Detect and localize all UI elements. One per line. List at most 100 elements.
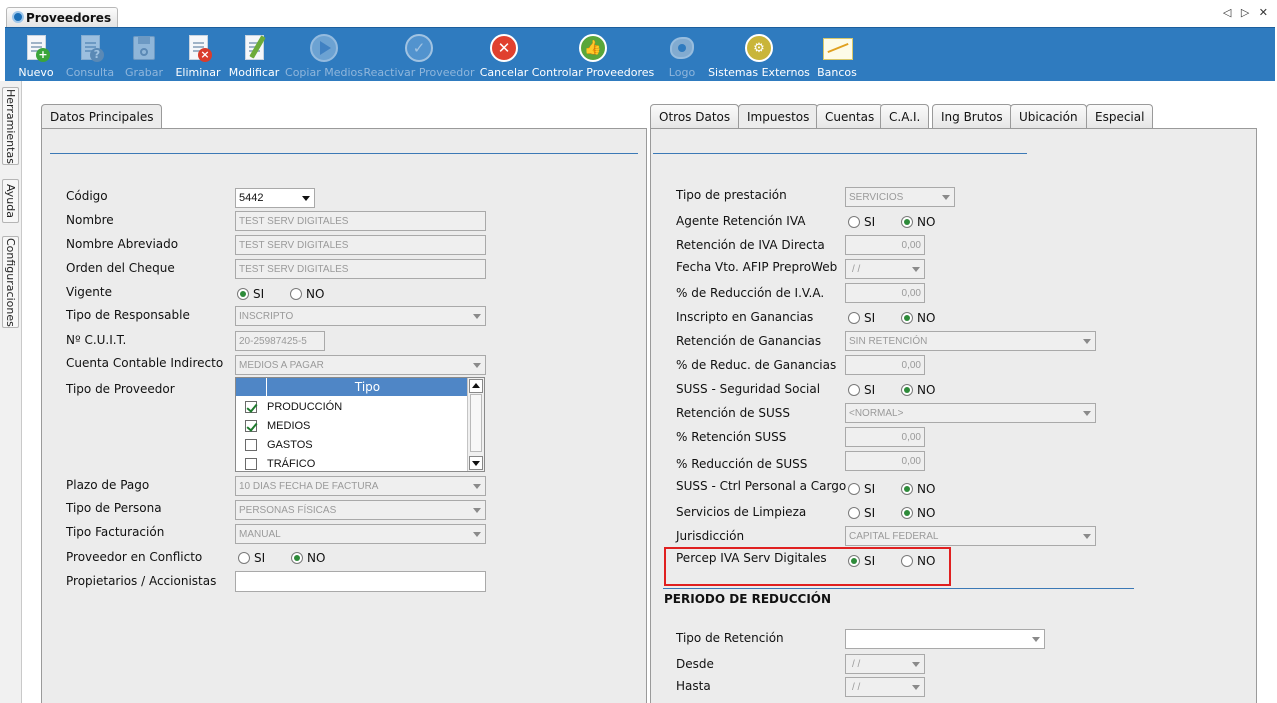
- controlar-proveedores-button[interactable]: 👍 Controlar Proveedores: [532, 28, 654, 82]
- list-item[interactable]: GASTOS: [236, 435, 468, 454]
- desde-date[interactable]: / /: [845, 654, 925, 674]
- logo-label: Logo: [668, 66, 696, 79]
- tipo-list-header: Tipo: [236, 378, 468, 396]
- bancos-button[interactable]: Bancos: [814, 28, 860, 82]
- reactivar-proveedor-button[interactable]: ✓ Reactivar Proveedor: [363, 28, 475, 82]
- hasta-date[interactable]: / /: [845, 677, 925, 697]
- cancelar-button[interactable]: ✕ Cancelar: [480, 28, 528, 82]
- cuenta-contable-select[interactable]: MEDIOS A PAGAR: [235, 355, 486, 375]
- proveedores-tab-icon: [12, 11, 24, 23]
- tab-impuestos[interactable]: Impuestos: [738, 104, 819, 129]
- suss-ctrl-no-radio[interactable]: NO: [901, 482, 935, 496]
- radio-selected-icon: [237, 288, 249, 300]
- side-tab-configuraciones[interactable]: Configuraciones: [2, 236, 19, 328]
- suss-no-radio[interactable]: NO: [901, 383, 935, 397]
- tipo-persona-select[interactable]: PERSONAS FÍSICAS: [235, 500, 486, 520]
- jurisdiccion-label: Jurisdicción: [676, 529, 745, 543]
- checkbox-checked-icon[interactable]: [245, 400, 257, 413]
- codigo-select[interactable]: 5442: [235, 188, 315, 208]
- orden-cheque-field[interactable]: TEST SERV DIGITALES: [235, 259, 486, 279]
- eliminar-button[interactable]: × Eliminar: [174, 28, 222, 82]
- reduccion-iva-field[interactable]: 0,00: [845, 283, 925, 303]
- jurisdiccion-select[interactable]: CAPITAL FEDERAL: [845, 526, 1096, 546]
- pct-reduc-suss-field[interactable]: 0,00: [845, 451, 925, 471]
- nombre-field[interactable]: TEST SERV DIGITALES: [235, 211, 486, 231]
- inscripto-ganancias-no-radio[interactable]: NO: [901, 311, 935, 325]
- ret-iva-directa-label: Retención de IVA Directa: [676, 238, 825, 252]
- grabar-button[interactable]: Grabar: [123, 28, 165, 82]
- ret-ganancias-select[interactable]: SIN RETENCIÓN: [845, 331, 1096, 351]
- pct-ret-suss-field[interactable]: 0,00: [845, 427, 925, 447]
- cancel-circle-icon: ✕: [489, 33, 519, 63]
- tab-impuestos-label: Impuestos: [747, 110, 810, 124]
- agente-ret-iva-si-radio[interactable]: SI: [848, 215, 875, 229]
- inscripto-ganancias-no-label: NO: [917, 311, 936, 325]
- tipo-retencion-label: Tipo de Retención: [676, 631, 784, 645]
- limpieza-si-radio[interactable]: SI: [848, 506, 875, 520]
- propietarios-field[interactable]: [235, 571, 486, 592]
- nombre-abreviado-field[interactable]: TEST SERV DIGITALES: [235, 235, 486, 255]
- ret-suss-select[interactable]: <NORMAL>: [845, 403, 1096, 423]
- cuit-field[interactable]: 20-25987425-5: [235, 331, 325, 351]
- list-item[interactable]: MEDIOS: [236, 416, 468, 435]
- side-tab-ayuda[interactable]: Ayuda: [2, 179, 19, 223]
- tab-especial[interactable]: Especial: [1086, 104, 1154, 128]
- ret-iva-directa-field[interactable]: 0,00: [845, 235, 925, 255]
- checkbox-unchecked-icon[interactable]: [245, 438, 257, 451]
- tab-ubicacion[interactable]: Ubicación: [1010, 104, 1087, 128]
- save-disk-icon: [129, 33, 159, 63]
- scroll-thumb[interactable]: [470, 394, 482, 452]
- reduc-ganancias-label: % de Reduc. de Ganancias: [676, 358, 837, 372]
- agente-ret-iva-no-radio[interactable]: NO: [901, 215, 935, 229]
- nuevo-button[interactable]: + Nuevo: [16, 28, 56, 82]
- fecha-vto-afip-date[interactable]: / /: [845, 259, 925, 279]
- tipo-prestacion-value: SERVICIOS: [849, 191, 904, 203]
- conflicto-si-radio[interactable]: SI: [238, 551, 265, 565]
- tipo-prestacion-select[interactable]: SERVICIOS: [845, 187, 955, 207]
- tipo-list-scrollbar[interactable]: [467, 378, 484, 471]
- list-item[interactable]: TRÁFICO: [236, 454, 468, 471]
- tipo-column-header: Tipo: [267, 378, 468, 396]
- checkbox-checked-icon[interactable]: [245, 419, 257, 432]
- vigente-si-radio[interactable]: SI: [237, 287, 264, 301]
- tab-cuentas[interactable]: Cuentas: [816, 104, 884, 128]
- vigente-no-radio[interactable]: NO: [290, 287, 324, 301]
- tipo-proveedor-list[interactable]: Tipo PRODUCCIÓN MEDIOS GASTOS TRÁFICO: [235, 377, 485, 472]
- proveedores-document-tab[interactable]: Proveedores: [6, 7, 118, 27]
- side-tab-configuraciones-label: Configuraciones: [4, 237, 17, 327]
- consulta-button[interactable]: ? Consulta: [65, 28, 115, 82]
- sistemas-externos-button[interactable]: ⚙ Sistemas Externos: [708, 28, 810, 82]
- tab-ing-brutos[interactable]: Ing Brutos: [932, 104, 1012, 128]
- impuestos-panel: Tipo de prestación SERVICIOS Agente Rete…: [650, 128, 1257, 703]
- tipo-facturacion-select[interactable]: MANUAL: [235, 524, 486, 544]
- tipo-responsable-select[interactable]: INSCRIPTO: [235, 306, 486, 326]
- tipo-retencion-select[interactable]: [845, 629, 1045, 649]
- suss-si-radio[interactable]: SI: [848, 383, 875, 397]
- suss-ctrl-si-radio[interactable]: SI: [848, 482, 875, 496]
- inscripto-ganancias-si-radio[interactable]: SI: [848, 311, 875, 325]
- nuevo-label: Nuevo: [18, 66, 54, 79]
- section-divider: [653, 153, 1027, 154]
- copiar-medios-button[interactable]: Copiar Medios: [285, 28, 363, 82]
- list-item[interactable]: PRODUCCIÓN: [236, 397, 468, 416]
- modificar-button[interactable]: Modificar: [228, 28, 280, 82]
- side-tab-herramientas[interactable]: Herramientas: [2, 87, 19, 165]
- periodo-reduccion-title: PERIODO DE REDUCCIÓN: [664, 592, 832, 606]
- checkbox-unchecked-icon[interactable]: [245, 457, 257, 470]
- eliminar-label: Eliminar: [175, 66, 221, 79]
- copiar-medios-label: Copiar Medios: [285, 66, 363, 79]
- side-tab-ayuda-label: Ayuda: [4, 184, 17, 218]
- logo-button[interactable]: Logo: [662, 28, 702, 82]
- limpieza-no-radio[interactable]: NO: [901, 506, 935, 520]
- codigo-label: Código: [66, 189, 108, 203]
- tab-datos-principales[interactable]: Datos Principales: [41, 104, 163, 129]
- tab-cai[interactable]: C.A.I.: [880, 104, 930, 128]
- tab-navigation-controls[interactable]: ◁ ▷ ✕: [1223, 6, 1271, 19]
- plazo-pago-select[interactable]: 10 DIAS FECHA DE FACTURA: [235, 476, 486, 496]
- tab-otros-datos[interactable]: Otros Datos: [650, 104, 740, 128]
- tipo-facturacion-value: MANUAL: [239, 528, 281, 540]
- scroll-up-arrow-icon[interactable]: [469, 379, 483, 393]
- conflicto-no-radio[interactable]: NO: [291, 551, 325, 565]
- scroll-down-arrow-icon[interactable]: [469, 456, 483, 470]
- reduc-ganancias-field[interactable]: 0,00: [845, 355, 925, 375]
